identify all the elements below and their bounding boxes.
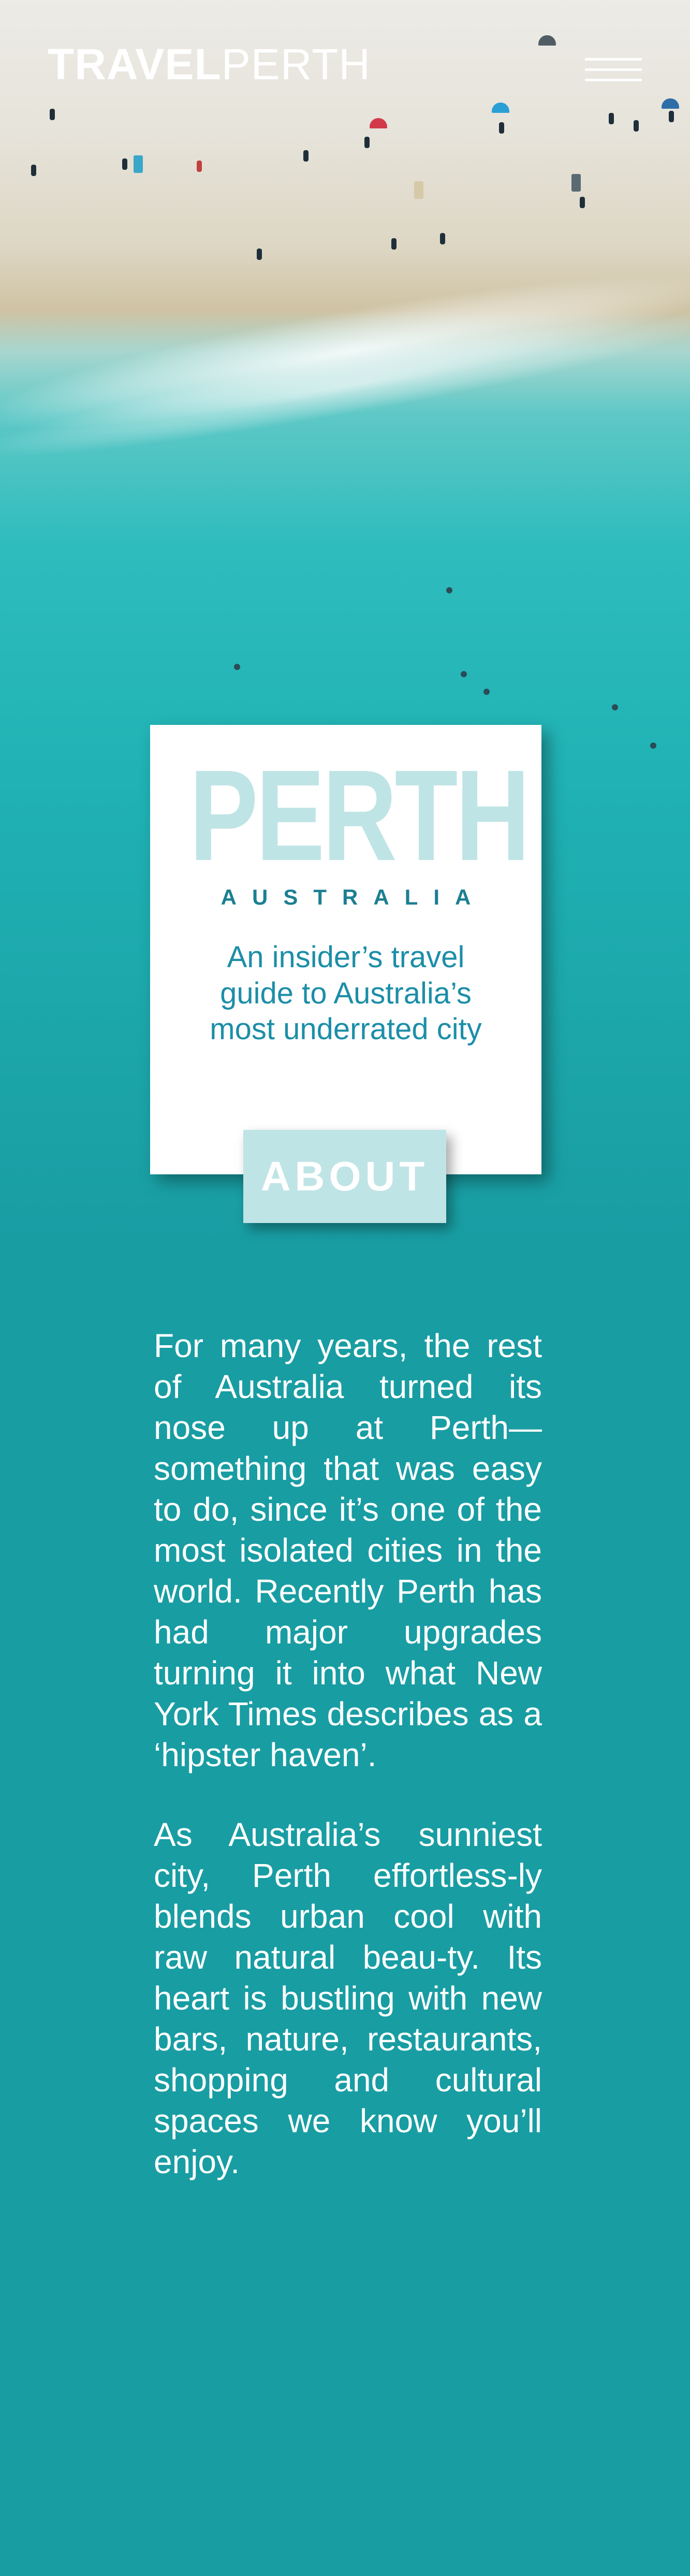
swimmer xyxy=(483,689,490,695)
tagline-line: most underrated city xyxy=(210,1012,482,1046)
beachgoer xyxy=(440,233,445,244)
swimmer xyxy=(612,704,618,710)
beachgoer xyxy=(391,238,397,250)
beach-towel xyxy=(414,181,423,199)
beachgoer xyxy=(303,150,309,162)
beachgoer xyxy=(580,197,585,208)
card-subtitle: AUSTRALIA xyxy=(221,885,487,909)
beach-towel xyxy=(134,155,143,173)
beachgoer xyxy=(31,165,36,176)
about-paragraph: For many years, the rest of Australia tu… xyxy=(154,1327,542,1773)
beach-towel xyxy=(571,174,581,192)
swimmer xyxy=(446,587,452,593)
swimmer xyxy=(234,664,240,670)
beachgoer xyxy=(122,158,127,170)
card-title: PERTH xyxy=(189,743,531,887)
swimmer xyxy=(650,743,656,749)
logo-travel: TRAVEL xyxy=(48,40,222,89)
hamburger-menu-icon[interactable] xyxy=(585,56,642,85)
about-button[interactable]: ABOUT xyxy=(243,1130,446,1223)
beachgoer xyxy=(364,137,370,148)
tagline-line: An insider’s travel xyxy=(227,940,465,974)
tagline-line: guide to Australia’s xyxy=(220,976,472,1010)
menu-line xyxy=(585,79,642,81)
beachgoer xyxy=(257,249,262,260)
about-paragraph: As Australia’s sunniest city, Perth effo… xyxy=(154,1816,542,2180)
intro-card: PERTH AUSTRALIA An insider’s travel guid… xyxy=(150,725,541,1174)
menu-line xyxy=(585,58,642,61)
site-logo[interactable]: TRAVELPERTH xyxy=(48,42,371,86)
logo-perth: PERTH xyxy=(221,40,371,89)
beachgoer xyxy=(197,161,202,172)
swimmer xyxy=(461,671,467,677)
menu-line xyxy=(585,68,642,71)
site-header: TRAVELPERTH xyxy=(0,0,690,135)
card-tagline: An insider’s travel guide to Australia’s… xyxy=(181,939,510,1047)
